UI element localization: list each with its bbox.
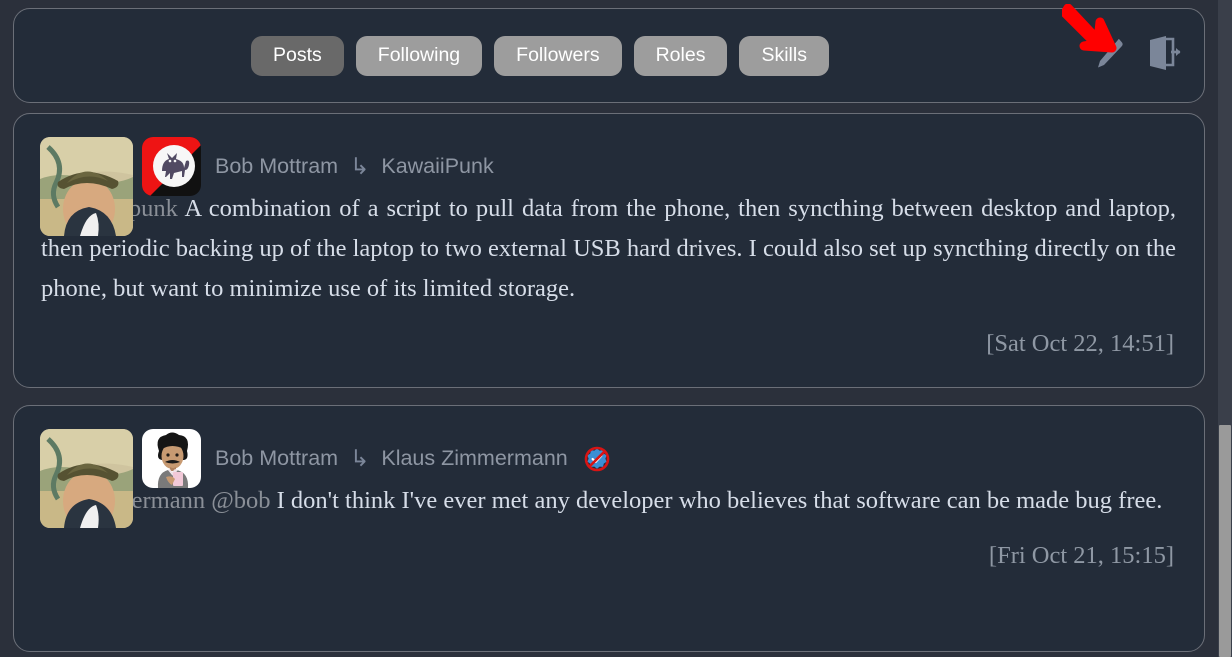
reply-arrow-icon: ↳ xyxy=(350,445,370,471)
avatar[interactable] xyxy=(40,429,133,528)
tab-posts-label: Posts xyxy=(273,43,322,66)
profile-tab-bar: Posts Following Followers Roles Skills xyxy=(13,8,1205,103)
vertical-scrollbar-thumb[interactable] xyxy=(1219,425,1231,657)
post-card[interactable]: Bob Mottram ↳ Klaus Zimmermann @kzimmerm… xyxy=(13,405,1205,652)
not-verified-badge[interactable] xyxy=(584,446,610,472)
tab-skills-label: Skills xyxy=(761,43,807,66)
post-name-row: Bob Mottram ↳ Klaus Zimmermann xyxy=(215,429,610,488)
post-mention[interactable]: @bob xyxy=(211,487,270,514)
avatar[interactable] xyxy=(40,137,133,236)
tab-roles[interactable]: Roles xyxy=(633,35,728,76)
post-text: I don't think I've ever met any develope… xyxy=(276,487,1163,514)
edit-profile-icon[interactable] xyxy=(1087,32,1127,74)
page-scroll-container[interactable]: Posts Following Followers Roles Skills B… xyxy=(0,0,1219,657)
recipient-avatar[interactable] xyxy=(142,137,201,196)
header-action-group xyxy=(1087,32,1183,74)
post-body: @kawaiipunk A combination of a script to… xyxy=(14,189,1204,309)
tab-followers-label: Followers xyxy=(516,43,600,66)
tab-list: Posts Following Followers Roles Skills xyxy=(251,35,829,76)
vertical-scrollbar-track[interactable] xyxy=(1218,0,1232,657)
post-recipient-name[interactable]: Klaus Zimmermann xyxy=(381,446,567,471)
post-text: A combination of a script to pull data f… xyxy=(41,195,1177,302)
tab-following-label: Following xyxy=(377,43,461,66)
post-timestamp: [Fri Oct 21, 15:15] xyxy=(988,542,1174,569)
post-timestamp: [Sat Oct 22, 14:51] xyxy=(986,330,1174,357)
tab-posts[interactable]: Posts xyxy=(251,35,344,76)
post-author-name[interactable]: Bob Mottram xyxy=(215,446,338,471)
tab-roles-label: Roles xyxy=(655,43,706,66)
reply-arrow-icon: ↳ xyxy=(350,153,370,179)
post-recipient-name[interactable]: KawaiiPunk xyxy=(381,154,493,179)
tab-following[interactable]: Following xyxy=(355,35,483,76)
logout-icon[interactable] xyxy=(1143,32,1183,74)
post-card[interactable]: Bob Mottram ↳ KawaiiPunk @kawaiipunk A c… xyxy=(13,113,1205,388)
post-author-name[interactable]: Bob Mottram xyxy=(215,154,338,179)
post-name-row: Bob Mottram ↳ KawaiiPunk xyxy=(215,137,494,196)
recipient-avatar[interactable] xyxy=(142,429,201,488)
tab-skills[interactable]: Skills xyxy=(739,35,829,76)
tab-followers[interactable]: Followers xyxy=(494,35,622,76)
